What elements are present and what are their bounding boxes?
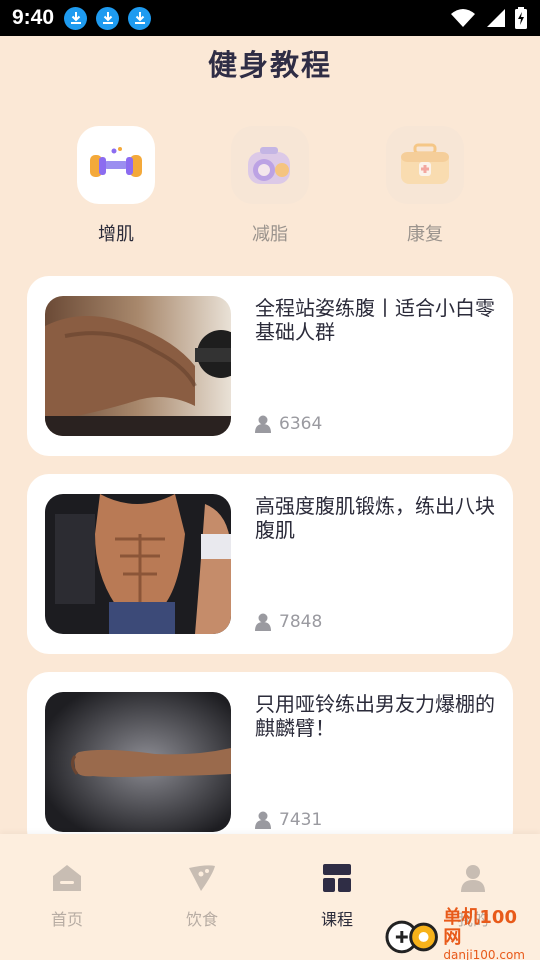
scale-icon [248,147,290,184]
battery-icon [515,7,527,29]
category-label: 康复 [407,224,443,245]
page-title: 健身教程 [207,48,332,82]
bottom-navigation: 首页 饮食 课程 我的 单机100网 danji100.com [0,834,540,960]
course-title: 全程站姿练腹丨适合小白零基础人群 [255,296,495,344]
view-count-value: 7848 [279,612,323,632]
status-time: 9:40 [12,6,55,29]
course-card[interactable]: 只用哑铃练出男友力爆棚的麒麟臂！ 7431 [27,672,513,852]
home-icon [53,865,81,891]
user-icon [255,613,271,631]
course-thumbnail [45,296,231,436]
user-icon [255,415,271,433]
category-label: 减脂 [252,224,288,245]
watermark-url: danji100.com [443,948,525,960]
download-icon [64,6,88,30]
user-icon [461,865,485,892]
dumbbell-icon [90,147,142,177]
nav-item-home[interactable]: 首页 [27,864,107,930]
course-title: 高强度腹肌锻炼，练出八块腹肌 [255,494,495,542]
user-icon [255,811,271,829]
watermark-title: 单机100网 [443,907,517,948]
course-card[interactable]: 全程站姿练腹丨适合小白零基础人群 6364 [27,276,513,456]
food-icon [189,865,215,891]
signal-icon [487,9,505,27]
view-count: 6364 [255,414,322,434]
wifi-icon [451,9,475,27]
course-card[interactable]: 高强度腹肌锻炼，练出八块腹肌 7848 [27,474,513,654]
nav-item-diet[interactable]: 饮食 [162,864,242,930]
download-icon [128,6,152,30]
view-count-value: 6364 [279,414,323,434]
view-count: 7848 [255,612,322,632]
nav-label: 首页 [50,910,83,929]
nav-item-courses[interactable]: 课程 [297,864,377,930]
site-logo-icon [385,920,438,954]
category-tab-fat-loss[interactable]: 减脂 [231,126,309,246]
download-icon [96,6,120,30]
status-bar: 9:40 [0,0,540,36]
course-title: 只用哑铃练出男友力爆棚的麒麟臂！ [255,692,495,740]
watermark-logo: 单机100网 danji100.com [384,908,534,960]
nav-label: 饮食 [185,910,218,929]
course-thumbnail [45,494,231,634]
category-tab-rehab[interactable]: 康复 [386,126,464,246]
course-grid-icon [323,864,351,892]
course-thumbnail [45,692,231,832]
nav-label: 课程 [320,910,353,929]
first-aid-kit-icon [401,143,449,184]
view-count: 7431 [255,810,322,830]
view-count-value: 7431 [279,810,323,830]
category-label: 增肌 [98,224,134,245]
category-tab-muscle[interactable]: 增肌 [77,126,155,246]
